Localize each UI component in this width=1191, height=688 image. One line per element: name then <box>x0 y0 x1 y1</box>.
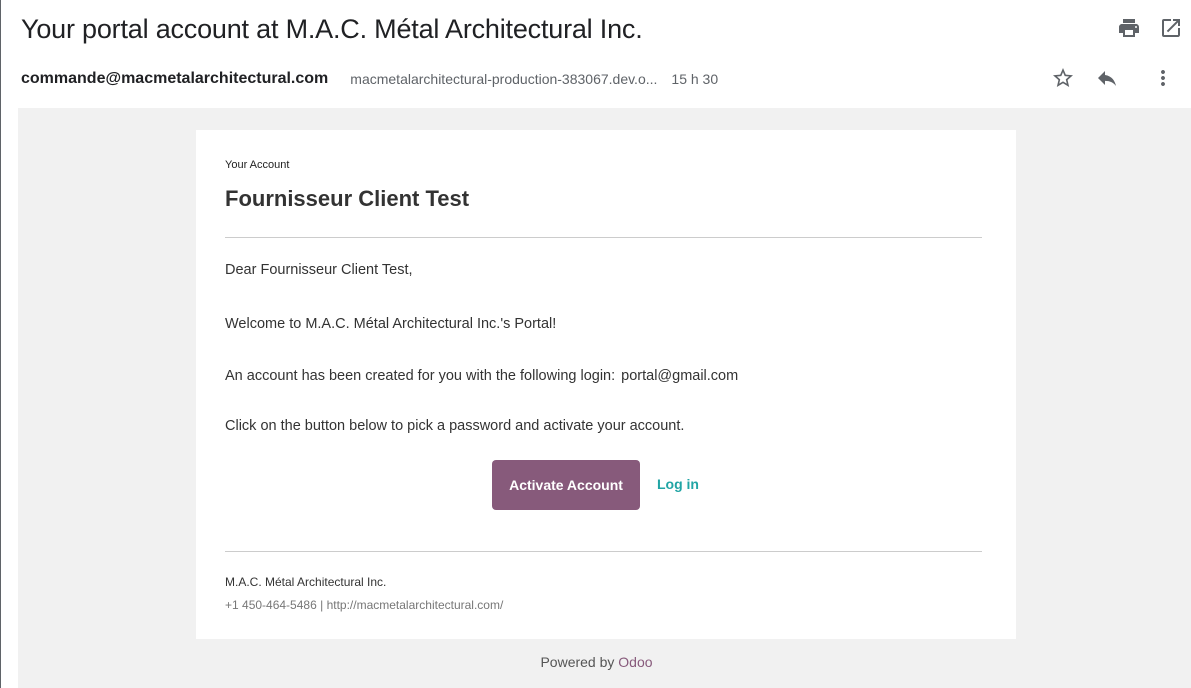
email-viewer: Your portal account at M.A.C. Métal Arch… <box>0 0 1191 688</box>
message-header: commande@macmetalarchitectural.com macme… <box>21 68 1181 90</box>
email-card: Your Account Fournisseur Client Test Dea… <box>196 130 1016 639</box>
greeting-text: Dear Fournisseur Client Test, <box>225 262 413 278</box>
footer-separator: | <box>320 598 324 612</box>
message-actions <box>1051 64 1191 94</box>
divider <box>225 551 982 552</box>
account-created-label: An account has been created for you with… <box>225 368 616 384</box>
welcome-text: Welcome to M.A.C. Métal Architectural In… <box>225 316 557 332</box>
email-subject: Your portal account at M.A.C. Métal Arch… <box>21 14 643 44</box>
footer-company-name: M.A.C. Métal Architectural Inc. <box>225 575 387 589</box>
reply-icon[interactable] <box>1095 66 1119 90</box>
account-created-text: An account has been created for you with… <box>225 368 738 384</box>
more-vert-icon[interactable] <box>1151 66 1175 90</box>
sender-email[interactable]: commande@macmetalarchitectural.com <box>21 70 328 88</box>
odoo-link[interactable]: Odoo <box>618 654 652 670</box>
instructions-text: Click on the button below to pick a pass… <box>225 418 685 434</box>
footer-phone: +1 450-464-5486 <box>225 598 317 612</box>
activate-account-button[interactable]: Activate Account <box>492 460 640 510</box>
powered-by-text: Powered by <box>540 654 615 670</box>
divider <box>225 237 982 238</box>
account-name-title: Fournisseur Client Test <box>225 186 470 211</box>
footer-website-link[interactable]: http://macmetalarchitectural.com/ <box>327 598 504 612</box>
account-label: Your Account <box>225 159 290 171</box>
login-email: portal@gmail.com <box>621 368 739 384</box>
login-link[interactable]: Log in <box>657 476 699 492</box>
message-time: 15 h 30 <box>671 71 719 87</box>
recipient-address[interactable]: macmetalarchitectural-production-383067.… <box>350 71 657 87</box>
star-icon[interactable] <box>1051 66 1075 90</box>
print-icon[interactable] <box>1117 16 1141 40</box>
open-in-new-window-icon[interactable] <box>1159 16 1183 40</box>
powered-by: Powered by Odoo <box>1 654 1191 670</box>
top-toolbar <box>1111 12 1191 48</box>
footer-contact: +1 450-464-5486 | http://macmetalarchite… <box>225 598 503 612</box>
